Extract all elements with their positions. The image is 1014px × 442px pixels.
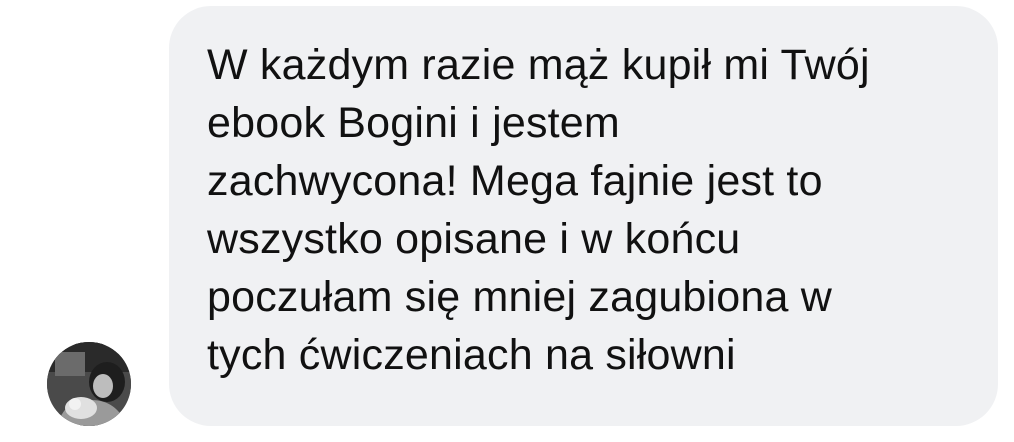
user-photo-avatar-icon (47, 342, 131, 426)
sender-avatar[interactable] (47, 342, 131, 426)
message-text: W każdym razie mąż kupił mi Twój ebook B… (207, 41, 870, 379)
message-bubble[interactable]: W każdym razie mąż kupił mi Twój ebook B… (169, 6, 998, 426)
message-thread: W każdym razie mąż kupił mi Twój ebook B… (0, 0, 1014, 442)
